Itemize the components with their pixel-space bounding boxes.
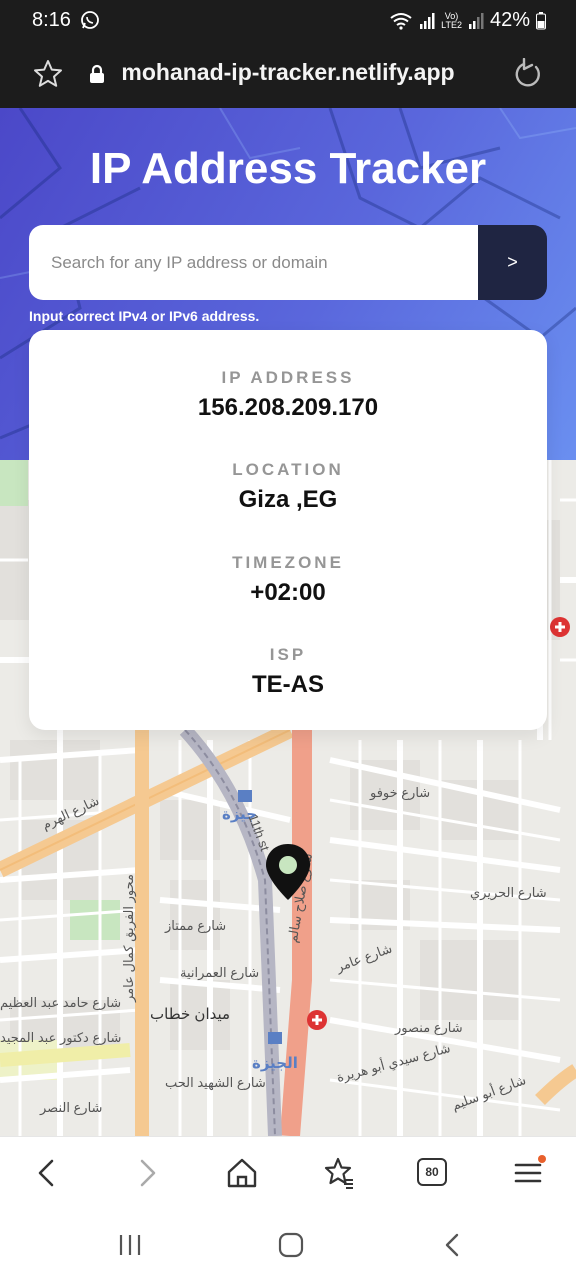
- search-input[interactable]: [29, 225, 478, 300]
- menu-icon[interactable]: [510, 1155, 546, 1191]
- map-label-midan-khattab: ميدان خطاب: [150, 1006, 231, 1023]
- lte-label: LTE2: [441, 19, 462, 30]
- map-label-nasr: شارع النصر: [40, 1100, 103, 1115]
- isp-section: ISP TE-AS: [29, 645, 547, 699]
- home-icon[interactable]: [224, 1155, 260, 1191]
- map-label-ali: شارع الشهيد الحب: [165, 1075, 266, 1090]
- input-hint: Input correct IPv4 or IPv6 address.: [29, 308, 260, 324]
- ip-info-card: IP ADDRESS 156.208.209.170 LOCATION Giza…: [29, 330, 547, 730]
- url-field[interactable]: mohanad-ip-tracker.netlify.app: [0, 59, 576, 86]
- location-value: Giza ,EG: [238, 486, 338, 513]
- map-label-hamed: شارع حامد عبد العظيم: [0, 995, 122, 1010]
- map-label-mansour: شارع منصور: [395, 1020, 463, 1035]
- whatsapp-icon: [81, 11, 99, 29]
- status-time: 8:16: [32, 9, 71, 31]
- signal-icon: [420, 12, 435, 29]
- timezone-label: TIMEZONE: [232, 553, 344, 572]
- map-label-khofu: شارع خوفو: [370, 785, 431, 800]
- map-label-kamal-amer: محور الفريق كمال عامر: [120, 874, 136, 1002]
- location-label: LOCATION: [232, 460, 344, 479]
- map-label-giza-station: الجيزة: [252, 1055, 298, 1072]
- back-icon[interactable]: [30, 1155, 66, 1191]
- browser-toolbar: 80: [0, 1136, 576, 1210]
- timezone-section: TIMEZONE +02:00: [29, 553, 547, 607]
- tabs-button[interactable]: 80: [417, 1158, 447, 1186]
- location-section: LOCATION Giza ,EG: [29, 460, 547, 514]
- forward-icon[interactable]: [128, 1155, 164, 1191]
- battery-percent: 42%: [489, 9, 530, 31]
- reload-icon[interactable]: [512, 58, 544, 90]
- system-back-icon[interactable]: [440, 1232, 466, 1258]
- isp-label: ISP: [269, 645, 307, 664]
- system-navigation-bar: [0, 1210, 576, 1280]
- map-label-mamar: شارع ممتاز: [165, 918, 227, 933]
- status-icons: Vo) LTE2 42%: [389, 9, 546, 32]
- status-bar: 8:16 Vo) LTE2 42%: [0, 0, 576, 44]
- wifi-icon: [390, 12, 412, 30]
- system-home-icon[interactable]: [278, 1232, 304, 1258]
- battery-icon: [536, 11, 546, 29]
- network-label: Vo) LTE2: [441, 11, 462, 30]
- recent-apps-icon[interactable]: [116, 1232, 144, 1258]
- ip-address-label: IP ADDRESS: [221, 368, 355, 387]
- location-marker-icon[interactable]: [263, 842, 313, 902]
- ip-address-section: IP ADDRESS 156.208.209.170: [29, 368, 547, 422]
- map-label-doctor: شارع دكتور عبد المجيد: [0, 1030, 122, 1045]
- timezone-value: +02:00: [250, 579, 326, 606]
- search-submit-button[interactable]: >: [478, 225, 547, 300]
- signal-2-icon: [468, 12, 484, 29]
- ip-address-value: 156.208.209.170: [197, 394, 379, 421]
- bookmarks-icon[interactable]: [320, 1155, 356, 1191]
- map-label-omraneya: شارع العمرانية: [180, 965, 260, 980]
- isp-value: TE-AS: [252, 671, 324, 698]
- map-label-gharbiya: شارع الحريري: [470, 885, 547, 900]
- page-title: IP Address Tracker: [89, 144, 487, 193]
- browser-address-bar: mohanad-ip-tracker.netlify.app: [0, 44, 576, 108]
- search-form: >: [29, 225, 547, 300]
